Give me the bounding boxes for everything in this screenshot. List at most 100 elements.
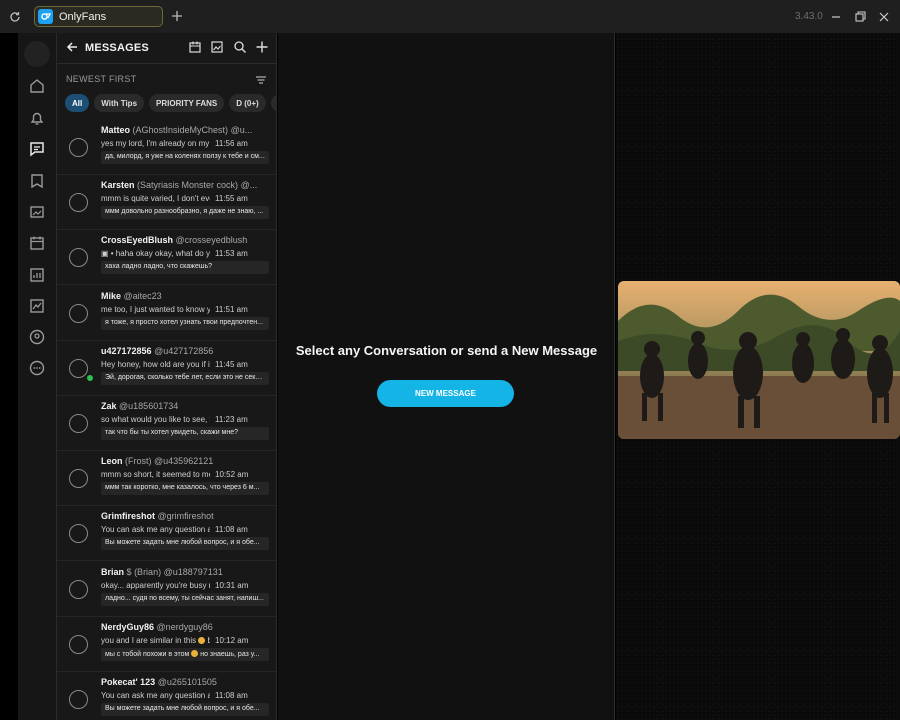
conversation-item[interactable]: Karsten (Satyriasis Monster cock) @... mm… [57,175,276,231]
chart-icon[interactable] [27,296,47,316]
conversation-item[interactable]: Zak @u185601734 so what would you like to… [57,396,276,451]
message-preview-text: mmm so short, it seemed to me that [101,470,210,480]
minimize-button[interactable] [828,9,844,25]
conversation-name: Leon (Frost) @u435962121 [101,456,271,466]
message-preview-text: mmm is quite varied, I don't even know [101,194,210,204]
message-preview-text: yes my lord, I'm already on my knees [101,139,210,148]
close-button[interactable] [876,9,892,25]
message-time: 10:52 am [215,470,249,480]
translation-box: так что бы ты хотел увидеть, скажи мне? [101,427,269,440]
conversation-item[interactable]: Leon (Frost) @u435962121 mmm so short, it… [57,451,276,507]
translation-box: Вы можете задать мне любой вопрос, и я о… [101,703,269,716]
stats-icon[interactable] [27,265,47,285]
message-preview: you and I are similar in this but y [101,636,210,645]
more-icon[interactable] [27,358,47,378]
sort-icon[interactable] [255,73,267,85]
new-message-button[interactable]: NEW MESSAGE [377,380,514,407]
chip-d[interactable]: D (0+) [229,94,266,112]
select-checkbox[interactable] [69,303,88,323]
translation-text: так что бы ты хотел увидеть, скажи мне? [105,429,239,436]
conversation-item[interactable]: u427172856 @u427172856 Hey honey, how old… [57,341,276,396]
message-preview: me too, I just wanted to know your p [101,305,210,314]
select-checkbox[interactable] [69,579,88,599]
translation-text: хаха ладно ладно, что скажешь? [105,263,213,271]
chip-with-tips[interactable]: With Tips [94,94,145,112]
message-preview-text: You can ask me any question and I g [101,525,210,535]
image-icon[interactable] [210,40,224,54]
select-checkbox[interactable] [69,634,88,654]
translation-box: ладно... судя по всему, ты сейчас занят,… [101,592,269,606]
emoji-icon [191,649,199,657]
message-preview: yes my lord, I'm already on my knees [101,139,210,148]
user-name: NerdyGuy86 [101,621,155,632]
calendar-icon[interactable] [27,233,47,253]
select-checkbox[interactable] [69,193,88,213]
restore-button[interactable] [852,9,868,25]
translation-box: да, милорд, я уже на коленях ползу к теб… [101,151,269,164]
conversation-item[interactable]: Pokecat' 123 @u265101505 You can ask me a… [57,672,276,720]
message-preview-text: okay... apparently you're busy right n [101,580,210,590]
browser-tab[interactable]: OnlyFans [34,6,163,27]
plus-icon[interactable] [255,40,269,54]
user-handle: @u265101505 [157,677,217,687]
conversation-name: Pokecat' 123 @u265101505 [101,677,271,687]
message-preview: You can ask me any question and I g [101,525,210,534]
conversation-item[interactable]: NerdyGuy86 @nerdyguy86 you and I are simi… [57,617,276,672]
back-arrow-icon[interactable] [65,40,79,54]
select-checkbox[interactable] [69,248,88,268]
message-time: 11:08 am [215,691,248,700]
message-preview: mmm is quite varied, I don't even know [101,194,210,203]
select-checkbox[interactable] [69,358,88,378]
message-time: 11:56 am [215,139,248,148]
new-tab-button[interactable] [169,7,185,25]
translation-text: Вы можете задать мне любой вопрос, и я о… [105,539,260,547]
message-preview: ▣ • haha okay okay, what do you say [101,249,210,258]
conversation-item[interactable]: Grimfireshot @grimfireshot You can ask me… [57,506,276,562]
conversation-name: Zak @u185601734 [101,401,271,411]
conversation-name: Mike @aitec23 [101,291,271,301]
translation-text: мы с тобой похожи в этом [105,650,190,658]
video-thumbnail[interactable] [618,281,900,439]
user-handle: @grimfireshot [157,511,214,522]
search-icon[interactable] [233,40,247,54]
chip-c[interactable]: C [270,94,276,112]
user-handle: @u435962121 [154,456,214,467]
user-name: CrossEyedBlush [101,235,174,246]
select-checkbox[interactable] [69,690,88,709]
chip-priority-fans[interactable]: PRIORITY FANS [149,94,225,112]
calendar-icon[interactable] [188,40,202,54]
app-version: 3.43.0 [795,11,823,22]
conversation-name: Brian $ (Brian) @u188797131 [101,567,271,577]
bell-icon[interactable] [27,108,47,128]
select-checkbox[interactable] [69,524,88,544]
display-name: (Frost) [125,456,152,467]
conversation-item[interactable]: CrossEyedBlush @crosseyedblush ▣ • haha o… [57,230,276,286]
messages-header: MESSAGES [57,33,276,63]
tipper-badge: $ [126,566,132,577]
media-icon[interactable] [27,202,47,222]
user-circle-icon[interactable] [27,327,47,347]
bookmark-icon[interactable] [27,171,47,191]
translation-text: ладно... судя по всему, ты сейчас занят,… [105,594,264,602]
translation-box: ммм так коротко, мне казалось, что через… [101,482,269,496]
message-preview-text: Hey honey, how old are you if it's not [101,359,210,369]
chat-icon[interactable] [27,139,47,159]
select-checkbox[interactable] [69,414,88,433]
chip-all[interactable]: All [65,94,90,112]
message-time: 11:55 am [215,194,248,204]
select-checkbox[interactable] [69,469,88,489]
user-handle: @aitec23 [123,290,162,301]
conversation-item[interactable]: Brian $ (Brian) @u188797131 okay... appar… [57,562,276,617]
avatar[interactable] [24,41,50,67]
select-checkbox[interactable] [69,138,88,157]
conversation-item[interactable]: Matteo (AGhostInsideMyChest) @u... yes my… [57,120,276,175]
sort-label[interactable]: NEWEST FIRST [66,74,136,84]
user-name: Mike [101,290,122,301]
translation-text: Эй, дорогая, сколько тебе лет, если это … [105,373,266,381]
conversation-placeholder: Select any Conversation or send a New Me… [278,33,615,720]
refresh-icon[interactable] [0,0,30,33]
home-icon[interactable] [27,76,47,96]
message-preview-text: you and I are similar in this [101,635,197,645]
conversation-item[interactable]: Mike @aitec23 me too, I just wanted to kn… [57,286,276,341]
translation-text: я тоже, я просто хотел узнать твои предп… [105,318,264,326]
